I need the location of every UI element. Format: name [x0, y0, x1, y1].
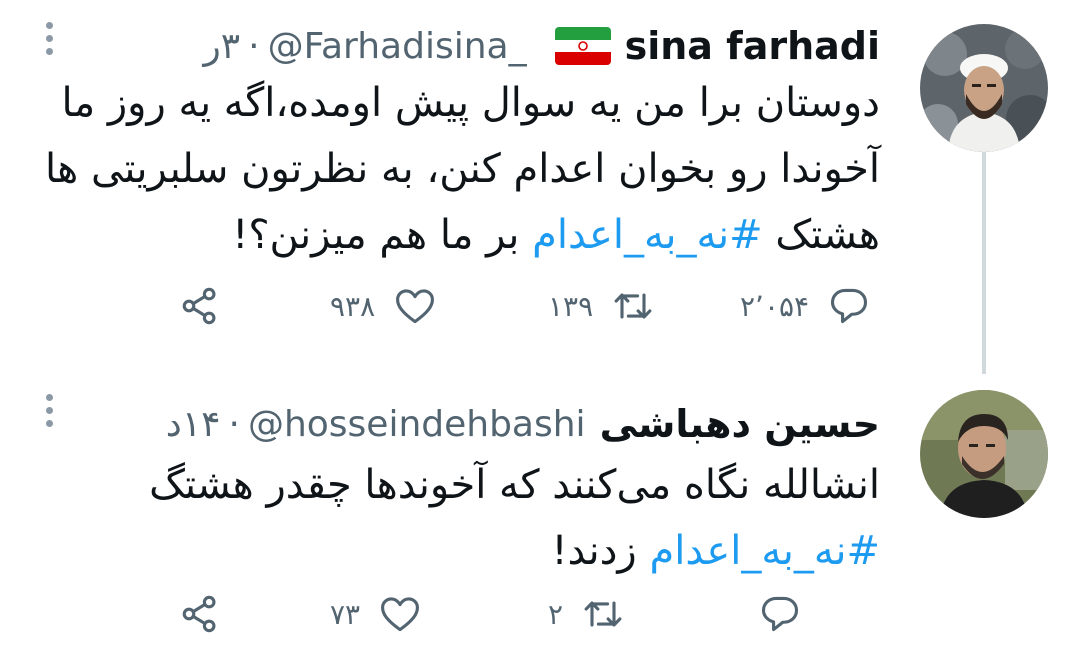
- retweet-icon: [584, 601, 622, 627]
- handle[interactable]: @hosseindehbashi: [248, 404, 586, 445]
- reply-count: ۲٬۰۵۴: [740, 289, 810, 323]
- tweet-text-segment: زدند!: [551, 528, 650, 574]
- tweet-text-line: دوستان برا من یه سوال پیش اومده،اگه یه ر…: [61, 80, 881, 126]
- action-bar: ۷۳ ۲: [0, 584, 1080, 644]
- avatar-image: [920, 390, 1048, 518]
- avatar-image: [920, 24, 1048, 152]
- tweet-text-line: انشالله نگاه می‌کنند که آخوندها چقدر هشت…: [149, 462, 880, 508]
- retweet-icon: [614, 293, 652, 319]
- tweet-header: حسین دهباشی @hosseindehbashi · ۱۴د: [40, 396, 880, 452]
- avatar[interactable]: [920, 390, 1048, 518]
- reply-icon: [831, 288, 868, 324]
- retweet-button[interactable]: ۲: [548, 584, 625, 644]
- reply-button[interactable]: [740, 584, 802, 644]
- display-name[interactable]: sina farhadi: [625, 24, 880, 68]
- like-count: ۷۳: [330, 597, 361, 631]
- avatar[interactable]: [920, 24, 1048, 152]
- retweet-count: ۲: [548, 597, 564, 631]
- separator-dot: ·: [228, 403, 240, 445]
- more-icon[interactable]: [44, 22, 54, 62]
- tweet-text: انشالله نگاه می‌کنند که آخوندها چقدر هشت…: [40, 452, 880, 584]
- tweet-text: دوستان برا من یه سوال پیش اومده،اگه یه ر…: [40, 70, 880, 268]
- tweet[interactable]: sina farhadi @Farhadisina_ · ۳ر دوستان ب…: [0, 0, 1080, 374]
- tweet-text-segment: بر ما هم میزنن؟!: [232, 212, 533, 258]
- share-button[interactable]: [178, 276, 222, 336]
- tweet-text-line: هشتک #نه_به_اعدام بر ما هم میزنن؟!: [40, 202, 880, 268]
- tweet-text-segment: هشتک: [762, 212, 880, 258]
- like-count: ۹۳۸: [330, 289, 376, 323]
- timestamp[interactable]: ۳ر: [203, 26, 240, 67]
- reply-button[interactable]: ۲٬۰۵۴: [740, 276, 871, 336]
- retweet-count: ۱۳۹: [548, 289, 594, 323]
- retweet-button[interactable]: ۱۳۹: [548, 276, 655, 336]
- share-icon: [182, 287, 216, 325]
- tweet[interactable]: حسین دهباشی @hosseindehbashi · ۱۴د انشال…: [0, 372, 1080, 646]
- tweet-header: sina farhadi @Farhadisina_ · ۳ر: [40, 18, 880, 74]
- like-icon: [396, 289, 435, 324]
- hashtag-link[interactable]: #نه_به_اعدام: [532, 212, 763, 258]
- tweet-text-line: #نه_به_اعدام زدند!: [40, 518, 880, 584]
- display-name[interactable]: حسین دهباشی: [600, 402, 880, 446]
- reply-icon: [761, 596, 799, 632]
- timestamp[interactable]: ۱۴د: [166, 404, 221, 445]
- like-icon: [381, 597, 420, 632]
- hashtag-link[interactable]: #نه_به_اعدام: [649, 528, 880, 574]
- more-icon[interactable]: [44, 394, 54, 434]
- separator-dot: ·: [248, 25, 260, 67]
- action-bar: ۹۳۸ ۱۳۹ ۲٬۰۵۴: [0, 276, 1080, 336]
- share-icon: [182, 595, 216, 633]
- share-button[interactable]: [178, 584, 222, 644]
- like-button[interactable]: ۷۳: [330, 584, 422, 644]
- iran-flag-icon: [554, 27, 611, 65]
- handle[interactable]: @Farhadisina_: [268, 26, 527, 67]
- thread-line: [982, 152, 986, 374]
- like-button[interactable]: ۹۳۸: [330, 276, 437, 336]
- tweet-text-line: آخوندا رو بخوان اعدام کنن، به نظرتون سلب…: [44, 146, 880, 192]
